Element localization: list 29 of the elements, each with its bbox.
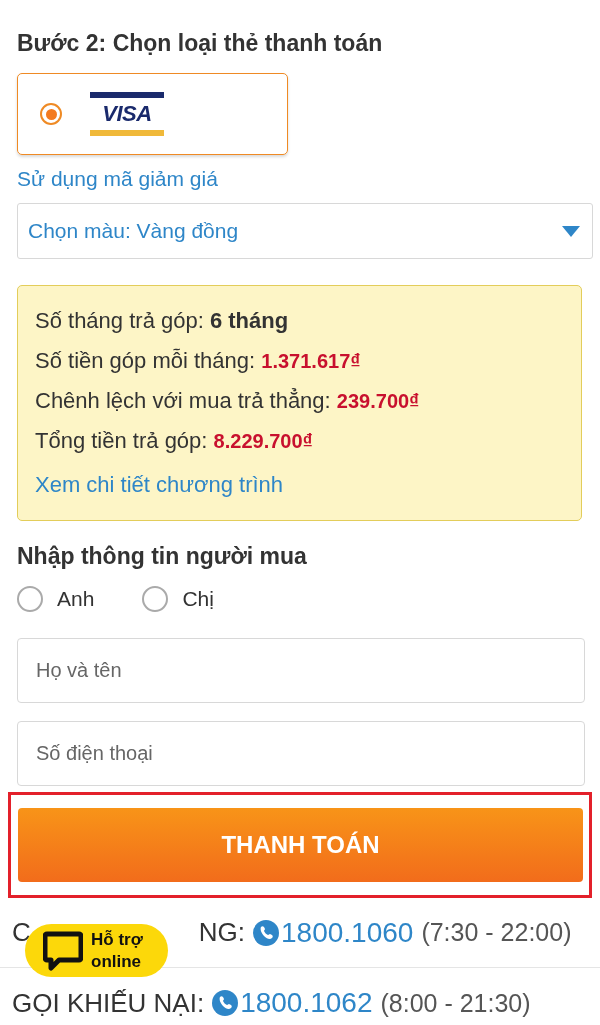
radio-button[interactable] <box>40 103 62 125</box>
summary-line: Chênh lệch với mua trả thẳng: 239.700₫ <box>35 387 421 415</box>
hotline-number[interactable]: 1800.1060 <box>281 916 414 949</box>
hotline-label: NG: <box>198 917 245 948</box>
radio-label: Anh <box>57 587 95 611</box>
dropdown-caret-icon <box>562 225 580 237</box>
color-select[interactable]: Chọn màu: Vàng đồng <box>17 203 593 259</box>
coupon-link[interactable]: Sử dụng mã giảm giá <box>17 167 218 191</box>
step-title: Bước 2: Chọn loại thẻ thanh toán <box>17 30 384 57</box>
text-input-field[interactable]: Số điện thoại <box>17 721 585 786</box>
hotline-label: GỌI KHIẾU NẠI: <box>12 987 205 1019</box>
summary-line: Số tháng trả góp: 6 tháng <box>35 307 290 335</box>
pay-button[interactable]: THANH TOÁN <box>18 808 583 882</box>
text-input-field[interactable]: Họ và tên <box>17 638 585 703</box>
buyer-section-title: Nhập thông tin người mua <box>17 543 308 570</box>
radio-button[interactable] <box>142 586 169 612</box>
chat-bubble-icon <box>43 930 83 971</box>
hotline-hours: (8:00 - 21:30) <box>380 988 531 1018</box>
details-link[interactable]: Xem chi tiết chương trình <box>35 472 284 498</box>
phone-icon <box>212 990 239 1016</box>
summary-line: Tổng tiền trả góp: 8.229.700₫ <box>35 427 314 455</box>
radio-label: Chị <box>182 587 214 611</box>
phone-icon <box>253 919 279 946</box>
radio-button[interactable] <box>17 586 43 612</box>
hotline-hours: (7:30 - 22:00) <box>421 918 572 947</box>
payment-card-option[interactable]: VISA <box>17 73 288 155</box>
summary-line: Số tiền góp mỗi tháng: 1.371.617₫ <box>35 347 362 375</box>
visa-logo: VISA <box>90 92 164 136</box>
hotline-number[interactable]: 1800.1062 <box>240 987 373 1019</box>
